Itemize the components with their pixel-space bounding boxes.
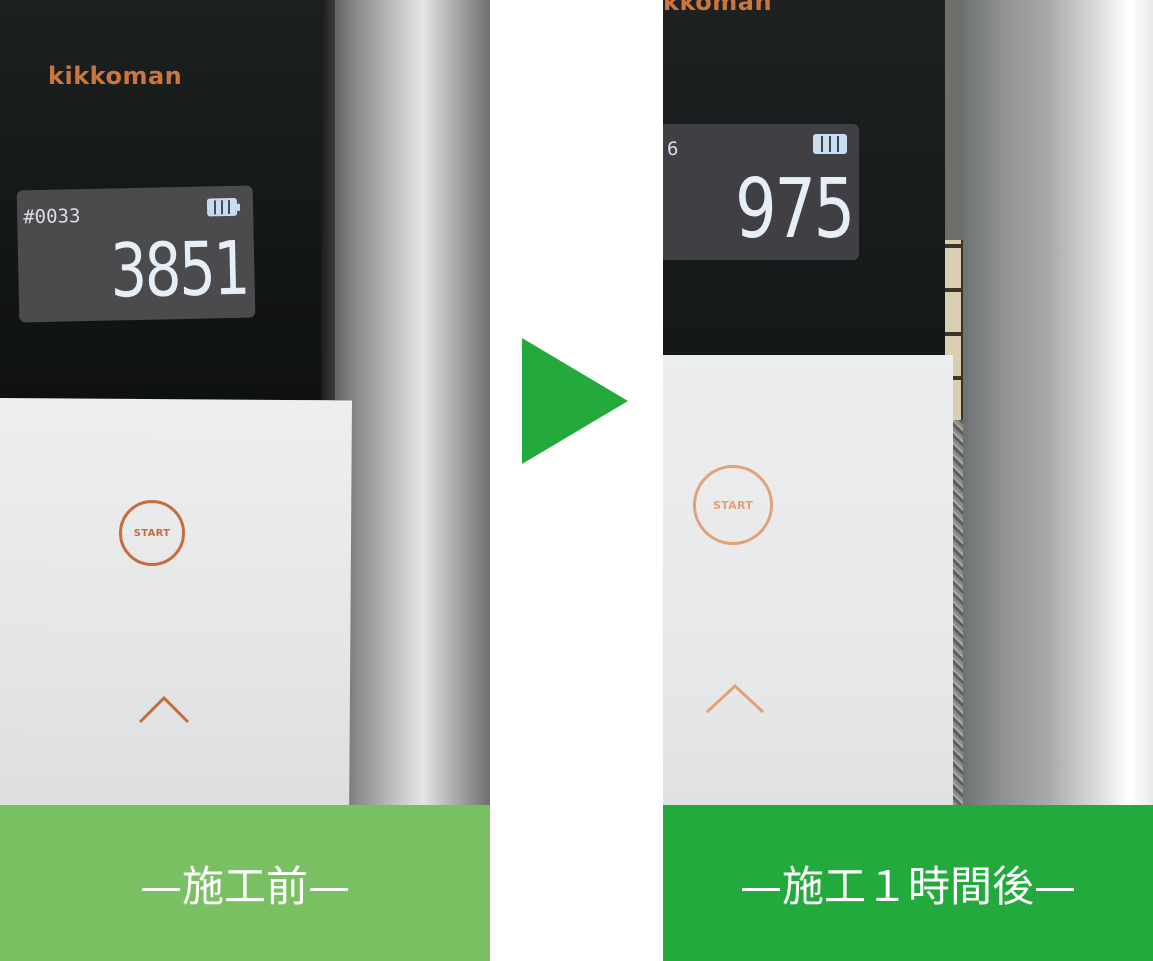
meter-display: #0033 3851 [16, 185, 256, 323]
meter-device-top: kkoman 6 975 [663, 0, 945, 355]
before-photo: kikkoman #0033 3851 START [0, 0, 490, 805]
meter-device-top: kikkoman #0033 3851 [0, 0, 335, 400]
chevron-up-icon [138, 695, 190, 724]
meter-device-bottom [663, 355, 953, 805]
meter-reading: 975 [735, 162, 855, 257]
meter-display: 6 975 [663, 124, 859, 260]
after-caption: —施工１時間後— [663, 805, 1153, 961]
arrow-right-icon [522, 338, 628, 464]
chevron-up-icon [705, 683, 765, 714]
meter-reading: 3851 [109, 225, 249, 315]
meter-device-bottom [0, 398, 352, 805]
battery-icon [206, 197, 238, 217]
start-button: START [119, 500, 185, 566]
battery-icon [813, 134, 847, 154]
steel-surface [963, 0, 1153, 805]
start-button: START [693, 465, 773, 545]
brand-logo: kikkoman [48, 62, 183, 90]
start-label: START [133, 527, 171, 539]
before-caption: —施工前— [0, 805, 490, 961]
meter-id: 6 [667, 138, 679, 160]
after-panel: kkoman 6 975 START —施工１時間後— [663, 0, 1153, 961]
steel-surface [330, 0, 490, 805]
meter-id: #0033 [22, 205, 81, 229]
before-panel: kikkoman #0033 3851 START —施工前— [0, 0, 490, 961]
start-label: START [712, 498, 754, 512]
after-photo: kkoman 6 975 START [663, 0, 1153, 805]
brand-logo: kkoman [663, 0, 773, 16]
